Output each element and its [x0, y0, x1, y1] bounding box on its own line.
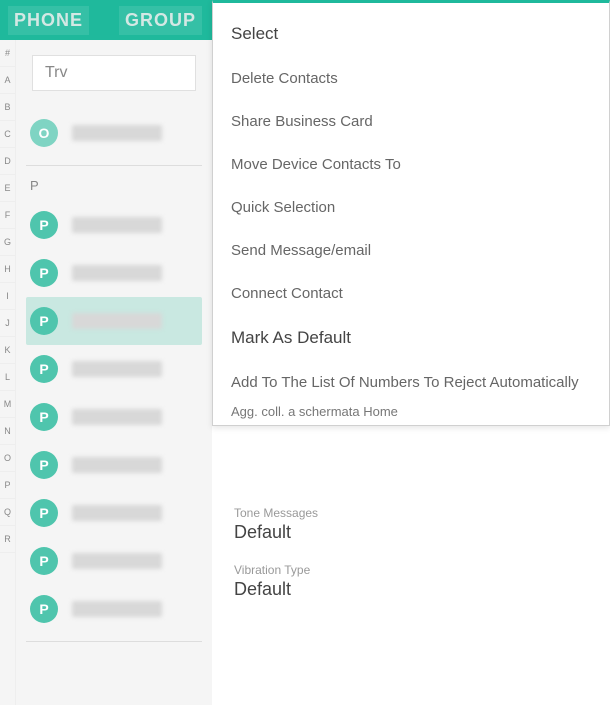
index-l[interactable]: L	[0, 364, 15, 391]
detail-panel: Select Delete Contacts Share Business Ca…	[212, 40, 610, 705]
vibration-value[interactable]: Default	[234, 579, 588, 600]
contact-row[interactable]: P	[26, 249, 202, 297]
index-k[interactable]: K	[0, 337, 15, 364]
contact-name	[72, 125, 162, 141]
avatar: P	[30, 307, 58, 335]
contact-row[interactable]: P	[26, 441, 202, 489]
contact-row[interactable]: P	[26, 393, 202, 441]
index-a[interactable]: A	[0, 67, 15, 94]
contact-row[interactable]: P	[26, 537, 202, 585]
avatar: P	[30, 403, 58, 431]
avatar: P	[30, 355, 58, 383]
menu-connect[interactable]: Connect Contact	[213, 272, 609, 315]
index-n[interactable]: N	[0, 418, 15, 445]
contact-name	[72, 313, 162, 329]
contact-name	[72, 601, 162, 617]
divider	[26, 641, 202, 642]
menu-send[interactable]: Send Message/email	[213, 229, 609, 272]
index-m[interactable]: M	[0, 391, 15, 418]
index-c[interactable]: C	[0, 121, 15, 148]
menu-delete[interactable]: Delete Contacts	[213, 57, 609, 100]
contact-name	[72, 457, 162, 473]
index-q[interactable]: Q	[0, 499, 15, 526]
contact-name	[72, 505, 162, 521]
menu-quick[interactable]: Quick Selection	[213, 186, 609, 229]
contact-row[interactable]: P	[26, 585, 202, 633]
index-p[interactable]: P	[0, 472, 15, 499]
contact-row[interactable]: P	[26, 489, 202, 537]
menu-mark-default[interactable]: Mark As Default	[213, 315, 609, 361]
index-f[interactable]: F	[0, 202, 15, 229]
contact-name	[72, 409, 162, 425]
contacts-panel: Trv O P P P P P P P	[16, 40, 212, 705]
menu-select[interactable]: Select	[213, 11, 609, 57]
avatar: P	[30, 547, 58, 575]
contact-row[interactable]: P	[26, 201, 202, 249]
alpha-index[interactable]: # A B C D E F G H I J K L M N O P Q R	[0, 40, 16, 705]
index-g[interactable]: G	[0, 229, 15, 256]
index-o[interactable]: O	[0, 445, 15, 472]
contact-name	[72, 217, 162, 233]
tone-label: Tone Messages	[234, 506, 588, 520]
index-i[interactable]: I	[0, 283, 15, 310]
search-input[interactable]: Trv	[32, 55, 196, 91]
avatar: P	[30, 259, 58, 287]
index-b[interactable]: B	[0, 94, 15, 121]
contact-name	[72, 265, 162, 281]
index-e[interactable]: E	[0, 175, 15, 202]
avatar: O	[30, 119, 58, 147]
section-p: P	[30, 178, 202, 193]
index-hash[interactable]: #	[0, 40, 15, 67]
vibration-label: Vibration Type	[234, 563, 588, 577]
menu-share[interactable]: Share Business Card	[213, 100, 609, 143]
tab-phone[interactable]: PHONE	[8, 6, 89, 35]
tab-group[interactable]: GROUP	[119, 6, 202, 35]
contact-name	[72, 361, 162, 377]
contact-name	[72, 553, 162, 569]
index-r[interactable]: R	[0, 526, 15, 553]
avatar: P	[30, 595, 58, 623]
menu-cutoff[interactable]: Agg. coll. a schermata Home	[213, 404, 609, 419]
index-h[interactable]: H	[0, 256, 15, 283]
divider	[26, 165, 202, 166]
contact-row[interactable]: O	[26, 109, 202, 157]
contact-row[interactable]: P	[26, 345, 202, 393]
avatar: P	[30, 499, 58, 527]
index-d[interactable]: D	[0, 148, 15, 175]
settings-block: Tone Messages Default Vibration Type Def…	[212, 488, 610, 600]
context-menu: Select Delete Contacts Share Business Ca…	[212, 0, 610, 426]
avatar: P	[30, 211, 58, 239]
menu-reject[interactable]: Add To The List Of Numbers To Reject Aut…	[213, 361, 609, 404]
menu-move[interactable]: Move Device Contacts To	[213, 143, 609, 186]
tone-value[interactable]: Default	[234, 522, 588, 543]
avatar: P	[30, 451, 58, 479]
contact-row-selected[interactable]: P	[26, 297, 202, 345]
index-j[interactable]: J	[0, 310, 15, 337]
